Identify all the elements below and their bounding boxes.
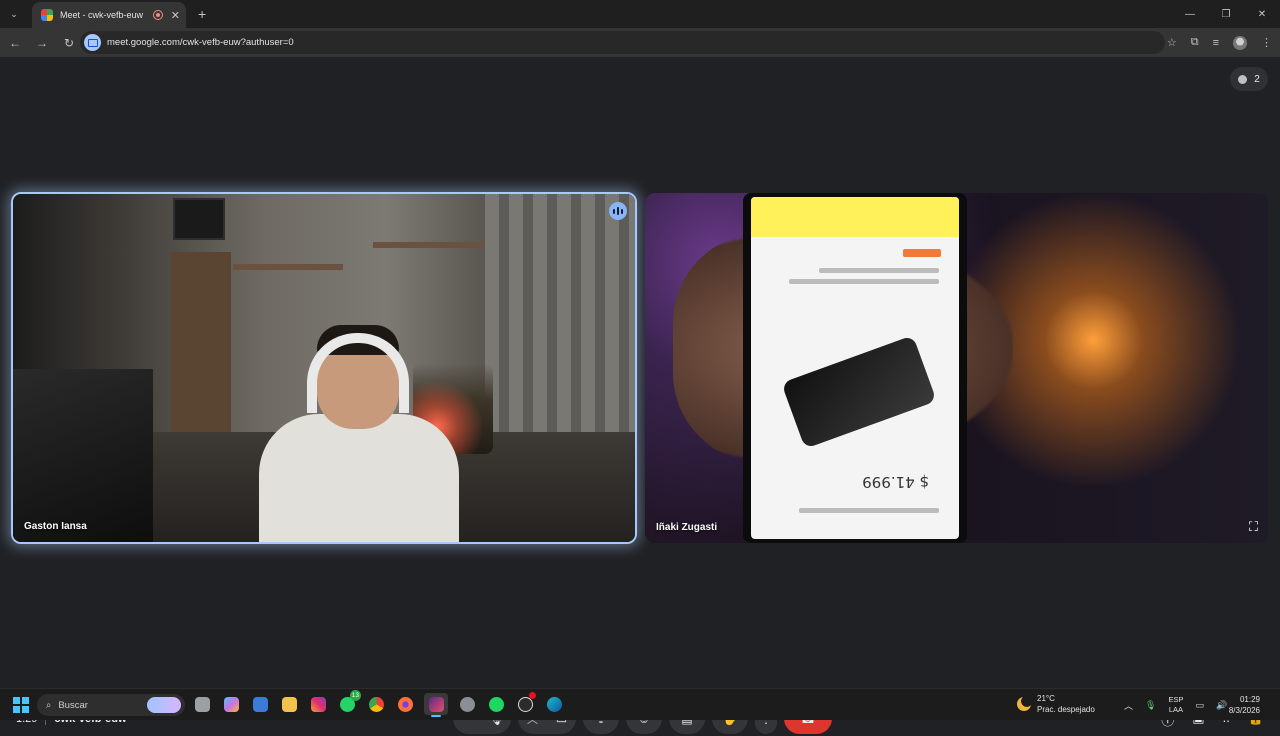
- clock-time: 01:29: [1239, 695, 1260, 704]
- forward-button[interactable]: →: [30, 36, 54, 50]
- bookmark-star-icon[interactable]: ☆: [1167, 36, 1177, 49]
- edge-icon[interactable]: [544, 693, 564, 715]
- taskbar-search[interactable]: ⌕ Buscar: [37, 694, 185, 716]
- taskbar-clock[interactable]: 01:29 8/3/2026: [1229, 694, 1260, 716]
- phone-badge: [903, 249, 941, 257]
- video-wall-poster: [173, 198, 225, 240]
- video-shelf: [373, 242, 493, 248]
- whatsapp-badge: 13: [349, 690, 361, 701]
- weather-moon-icon: [1017, 697, 1031, 711]
- browser-tab-strip: ⌄ Meet - cwk-vefb-euw ✕ + — ❐ ✕: [0, 0, 1280, 28]
- browser-toolbar: ← → ↻ meet.google.com/cwk-vefb-euw?authu…: [0, 28, 1280, 57]
- new-tab-button[interactable]: +: [198, 6, 206, 22]
- participant-video: [13, 194, 635, 542]
- taskbar-apps: 13: [192, 690, 564, 717]
- video-phone: $ 41.999: [743, 193, 967, 543]
- instagram-icon[interactable]: [308, 693, 328, 715]
- mic-tray-icon[interactable]: 🎙: [1145, 700, 1156, 711]
- phone-header-bar: [751, 197, 959, 237]
- close-window-button[interactable]: ✕: [1244, 9, 1280, 20]
- back-button[interactable]: ←: [3, 36, 27, 50]
- active-app-icon[interactable]: [424, 693, 448, 717]
- meet-favicon-icon: [41, 9, 53, 21]
- phone-price: $ 41.999: [862, 473, 929, 491]
- task-view-icon[interactable]: [192, 693, 212, 715]
- chrome-icon[interactable]: [366, 693, 386, 715]
- phone-text-line: [799, 508, 939, 513]
- copilot-icon[interactable]: [221, 693, 241, 715]
- video-door: [171, 252, 231, 452]
- search-highlight-image: [147, 697, 181, 713]
- system-tray: ︿ 🎙 ESP LAA ▭ 🔊: [1124, 689, 1227, 721]
- windows-taskbar: ⌕ Buscar 13 21°C Prac. despejado ︿ 🎙 ESP…: [0, 688, 1280, 720]
- phone-product-image: [781, 335, 937, 449]
- close-tab-icon[interactable]: ✕: [171, 9, 180, 22]
- url-text: meet.google.com/cwk-vefb-euw?authuser=0: [107, 37, 294, 48]
- phone-text-line: [819, 268, 939, 273]
- language-switcher[interactable]: ESP LAA: [1168, 695, 1183, 715]
- video-shelf: [233, 264, 343, 270]
- participants-chip[interactable]: 2: [1230, 67, 1268, 91]
- recording-indicator-icon: [152, 10, 163, 20]
- profile-avatar[interactable]: [1233, 35, 1247, 50]
- phone-text-line: [789, 279, 939, 284]
- video-phone-screen: $ 41.999: [751, 197, 959, 539]
- reload-button[interactable]: ↻: [57, 36, 81, 50]
- browser-menu-icon[interactable]: ⋮: [1261, 36, 1272, 49]
- toolbar-right-actions: ☆ ⧉ ≡ ⋮: [1167, 28, 1272, 57]
- file-explorer-icon[interactable]: [279, 693, 299, 715]
- windows-start-icon[interactable]: [13, 696, 29, 713]
- people-icon: [1238, 74, 1248, 84]
- meet-stage: 2 Gaston Iansa $ 41.999 Iñaki Zugasti ⛶ …: [0, 57, 1280, 734]
- site-info-icon[interactable]: [84, 34, 101, 51]
- store-icon[interactable]: [250, 693, 270, 715]
- show-hidden-icons-icon[interactable]: ︿: [1124, 699, 1133, 712]
- participant-count: 2: [1254, 73, 1260, 85]
- reading-list-icon[interactable]: ≡: [1213, 37, 1219, 49]
- display-icon[interactable]: ▭: [1195, 700, 1204, 711]
- whatsapp-icon[interactable]: 13: [337, 690, 361, 715]
- minimize-button[interactable]: —: [1172, 9, 1208, 20]
- tab-title: Meet - cwk-vefb-euw: [60, 10, 144, 20]
- spotify-icon[interactable]: [486, 693, 506, 715]
- video-person: [259, 325, 459, 542]
- keyboard-layout: LAA: [1168, 705, 1184, 714]
- extensions-icon[interactable]: ⧉: [1191, 36, 1199, 49]
- crop-frame-icon[interactable]: ⛶: [1249, 519, 1258, 535]
- search-placeholder: Buscar: [58, 699, 88, 711]
- participant-name: Gaston Iansa: [24, 521, 87, 532]
- notification-dot: [529, 692, 536, 699]
- clock-date: 8/3/2026: [1228, 706, 1260, 715]
- settings-icon[interactable]: [457, 693, 477, 715]
- video-person-shirt: [259, 414, 459, 542]
- browser-tab-meet[interactable]: Meet - cwk-vefb-euw ✕: [32, 2, 186, 28]
- tab-search-button[interactable]: ⌄: [5, 5, 23, 23]
- volume-icon[interactable]: 🔊: [1216, 700, 1227, 711]
- speaking-indicator-icon: [609, 202, 627, 220]
- github-icon[interactable]: [515, 692, 536, 715]
- participant-tile-gaston[interactable]: Gaston Iansa: [11, 192, 637, 544]
- search-icon: ⌕: [46, 699, 52, 711]
- address-bar[interactable]: meet.google.com/cwk-vefb-euw?authuser=0: [80, 31, 1165, 54]
- participant-video: $ 41.999: [645, 193, 1268, 543]
- weather-temp: 21°C: [1037, 694, 1055, 703]
- participant-name: Iñaki Zugasti: [656, 522, 718, 533]
- language-code: ESP: [1168, 695, 1184, 704]
- window-controls: — ❐ ✕: [1172, 0, 1280, 28]
- weather-condition: Prac. despejado: [1037, 705, 1095, 714]
- weather-widget[interactable]: 21°C Prac. despejado: [1017, 693, 1095, 715]
- participant-tile-inaki[interactable]: $ 41.999 Iñaki Zugasti ⛶: [645, 193, 1268, 543]
- firefox-icon[interactable]: [395, 693, 415, 715]
- restore-button[interactable]: ❐: [1208, 9, 1244, 20]
- video-gaming-chair: [13, 369, 153, 542]
